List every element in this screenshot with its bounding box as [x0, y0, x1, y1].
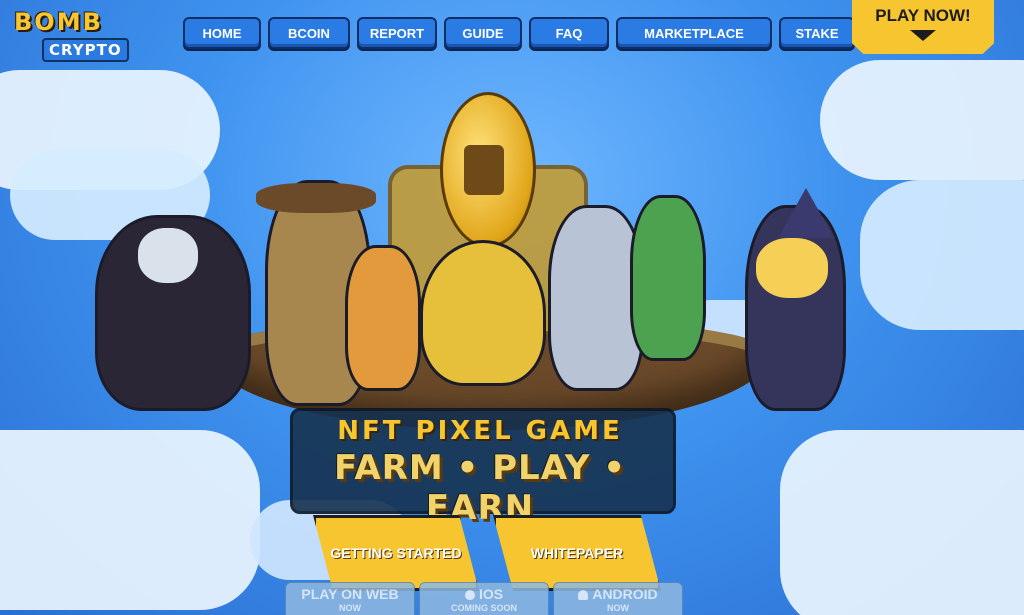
cloud	[820, 60, 1024, 180]
nav-home[interactable]: HOME	[183, 17, 261, 49]
platform-label: ANDROID	[554, 586, 682, 602]
page: BOMB CRYPTO HOME BCOIN REPORT GUIDE FAQ …	[0, 0, 1024, 615]
apple-icon	[464, 590, 475, 601]
logo-text-bottom: CRYPTO	[42, 38, 129, 62]
play-now-button[interactable]: PLAY NOW!	[852, 0, 994, 54]
android-label: ANDROID	[592, 586, 658, 602]
nav-faq[interactable]: FAQ	[529, 17, 609, 49]
play-now-label: PLAY NOW!	[875, 6, 971, 25]
android-icon	[578, 590, 589, 601]
nav-bcoin[interactable]: BCOIN	[268, 17, 350, 49]
nav-guide[interactable]: GUIDE	[444, 17, 522, 49]
main-nav: HOME BCOIN REPORT GUIDE FAQ MARKETPLACE …	[183, 17, 862, 49]
platform-status: NOW	[339, 603, 361, 613]
cloud	[860, 180, 1024, 330]
logo-text-top: BOMB	[14, 8, 103, 36]
ios-label: IOS	[478, 586, 504, 602]
headline: NFT PIXEL GAME	[337, 416, 623, 446]
platform-label: PLAY ON WEB	[301, 586, 399, 602]
cowboy-hat	[256, 183, 376, 213]
shiba-dog-character	[345, 245, 421, 391]
logo[interactable]: BOMB CRYPTO	[8, 6, 129, 64]
getting-started-button[interactable]: GETTING STARTED	[313, 515, 479, 591]
play-on-web-button[interactable]: PLAY ON WEB NOW	[285, 582, 415, 615]
nav-report[interactable]: REPORT	[357, 17, 437, 49]
witch-hat	[778, 188, 834, 238]
pepe-frog-character	[630, 195, 706, 361]
arrow-down-icon	[910, 30, 936, 41]
cloud	[780, 430, 1024, 615]
witch-character	[745, 188, 846, 411]
whitepaper-button[interactable]: WHITEPAPER	[493, 515, 661, 591]
coin-face	[464, 145, 504, 195]
vampire-face	[138, 228, 198, 283]
platform-status: NOW	[607, 603, 629, 613]
cloud	[0, 430, 260, 610]
ios-button[interactable]: IOS COMING SOON	[419, 582, 549, 615]
platform-status: COMING SOON	[450, 603, 517, 613]
witch-hair	[756, 238, 828, 298]
nav-stake[interactable]: STAKE	[779, 17, 855, 49]
vampire-character	[95, 215, 251, 411]
platform-label: IOS	[420, 586, 548, 602]
golden-frog-character	[420, 240, 546, 386]
android-button[interactable]: ANDROID NOW	[553, 582, 683, 615]
nav-marketplace[interactable]: MARKETPLACE	[616, 17, 772, 49]
